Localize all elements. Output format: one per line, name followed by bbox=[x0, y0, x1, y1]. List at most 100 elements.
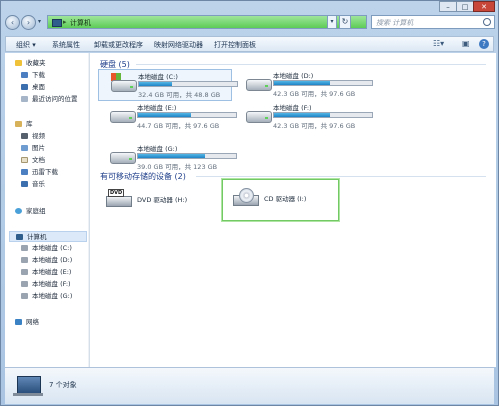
nav-videos[interactable]: 视频 bbox=[21, 131, 45, 142]
drive-f-usage-bar bbox=[273, 112, 373, 118]
drive-f-usage-fill bbox=[274, 113, 330, 117]
nav-computer[interactable]: 计算机 bbox=[9, 231, 87, 242]
nav-libraries[interactable]: 库 bbox=[15, 119, 33, 130]
nav-drive-e-label: 本地磁盘 (E:) bbox=[32, 268, 72, 276]
address-field[interactable]: ▸ 计算机 bbox=[47, 15, 367, 29]
nav-drive-g[interactable]: 本地磁盘 (G:) bbox=[21, 291, 72, 302]
drive-d-usage-fill bbox=[274, 81, 330, 85]
drive-c-info: 32.4 GB 可用，共 48.8 GB bbox=[138, 91, 221, 99]
dvd-badge: DVD bbox=[108, 189, 125, 197]
recent-places-icon bbox=[21, 96, 28, 102]
recent-pages-dropdown[interactable]: ▾ bbox=[38, 18, 41, 25]
drive-g-usage-bar bbox=[137, 153, 237, 159]
search-input[interactable]: 搜索 计算机 bbox=[371, 15, 495, 29]
nav-recent[interactable]: 最近访问的位置 bbox=[21, 94, 78, 105]
computer-icon bbox=[16, 234, 23, 240]
nav-drive-f[interactable]: 本地磁盘 (F:) bbox=[21, 279, 71, 290]
library-icon bbox=[15, 121, 22, 127]
nav-drive-c[interactable]: 本地磁盘 (C:) bbox=[21, 243, 72, 254]
nav-music[interactable]: 音乐 bbox=[21, 179, 45, 190]
refresh-button[interactable]: ↻ bbox=[339, 15, 351, 29]
nav-favorites[interactable]: 收藏夹 bbox=[15, 58, 46, 69]
network-icon bbox=[15, 319, 22, 325]
item-count: 7 个对象 bbox=[49, 381, 77, 389]
uninstall-program-button[interactable]: 卸载或更改程序 bbox=[94, 40, 143, 50]
drive-e-usage-fill bbox=[138, 113, 191, 117]
nav-libraries-label: 库 bbox=[26, 120, 33, 128]
nav-recent-label: 最近访问的位置 bbox=[32, 95, 78, 103]
nav-drive-e[interactable]: 本地磁盘 (E:) bbox=[21, 267, 71, 278]
search-icon[interactable] bbox=[483, 18, 491, 26]
window-maximize-button[interactable]: □ bbox=[456, 1, 474, 12]
nav-network[interactable]: 网络 bbox=[15, 317, 39, 328]
hard-drive-icon bbox=[21, 269, 28, 275]
nav-drive-d[interactable]: 本地磁盘 (D:) bbox=[21, 255, 72, 266]
nav-documents-label: 文档 bbox=[32, 156, 45, 164]
dvd-drive-name: DVD 驱动器 (H:) bbox=[137, 196, 188, 204]
desktop-icon bbox=[21, 84, 28, 90]
cd-drive-icon bbox=[233, 188, 259, 206]
hard-drive-icon bbox=[110, 152, 136, 164]
command-bar: 组织 ▾ 系统属性 卸载或更改程序 映射网络驱动器 打开控制面板 ☷▾ ▣ ? bbox=[5, 36, 494, 52]
nav-pictures[interactable]: 图片 bbox=[21, 143, 45, 154]
drive-e-tile[interactable]: 本地磁盘 (E:) 44.7 GB 可用，共 97.6 GB bbox=[98, 101, 237, 133]
organize-menu[interactable]: 组织 ▾ bbox=[16, 40, 36, 50]
picture-icon bbox=[21, 145, 28, 151]
nav-drive-f-label: 本地磁盘 (F:) bbox=[32, 280, 71, 288]
window-minimize-button[interactable]: – bbox=[439, 1, 457, 12]
nav-computer-label: 计算机 bbox=[27, 233, 47, 241]
drive-g-usage-fill bbox=[138, 154, 205, 158]
drive-f-tile[interactable]: 本地磁盘 (F:) 42.3 GB 可用，共 97.6 GB bbox=[234, 101, 373, 133]
map-network-drive-button[interactable]: 映射网络驱动器 bbox=[154, 40, 203, 50]
hard-drive-icon bbox=[21, 245, 28, 251]
help-icon[interactable]: ? bbox=[479, 39, 489, 49]
nav-drive-c-label: 本地磁盘 (C:) bbox=[32, 244, 72, 252]
hard-drive-icon bbox=[246, 111, 272, 123]
star-icon bbox=[15, 60, 22, 66]
forward-button[interactable]: › bbox=[21, 15, 36, 30]
drive-e-name: 本地磁盘 (E:) bbox=[137, 104, 177, 112]
details-pane: 7 个对象 bbox=[5, 367, 494, 404]
nav-videos-label: 视频 bbox=[32, 132, 45, 140]
breadcrumb-computer[interactable]: 计算机 bbox=[70, 18, 91, 28]
removable-group-divider bbox=[196, 176, 486, 177]
drive-d-tile[interactable]: 本地磁盘 (D:) 42.3 GB 可用，共 97.6 GB bbox=[234, 69, 373, 101]
control-panel-button[interactable]: 打开控制面板 bbox=[214, 40, 256, 50]
nav-music-label: 音乐 bbox=[32, 180, 45, 188]
window-close-button[interactable]: ✕ bbox=[473, 1, 495, 12]
nav-thunder-label: 迅雷下载 bbox=[32, 168, 58, 176]
nav-homegroup[interactable]: 家庭组 bbox=[15, 206, 46, 217]
navigation-pane: 收藏夹 下载 桌面 最近访问的位置 库 视频 图片 文档 迅雷下载 音乐 家庭组… bbox=[5, 53, 90, 367]
view-options-icon[interactable]: ☷▾ bbox=[433, 39, 444, 48]
hard-drive-icon bbox=[21, 257, 28, 263]
drive-f-name: 本地磁盘 (F:) bbox=[273, 104, 312, 112]
drive-c-tile[interactable]: 本地磁盘 (C:) 32.4 GB 可用，共 48.8 GB bbox=[98, 69, 238, 101]
thunder-download-icon bbox=[21, 169, 28, 175]
nav-downloads[interactable]: 下载 bbox=[21, 70, 45, 81]
address-dropdown-button[interactable]: ▾ bbox=[327, 15, 337, 29]
hard-drive-icon bbox=[246, 79, 272, 91]
back-button[interactable]: ‹ bbox=[5, 15, 20, 30]
nav-documents[interactable]: 文档 bbox=[21, 155, 45, 166]
hdd-group-divider bbox=[136, 64, 486, 65]
address-bar-area: ‹ › ▾ ▸ 计算机 ▾ ↻ 搜索 计算机 bbox=[5, 14, 495, 32]
preview-pane-icon[interactable]: ▣ bbox=[462, 39, 470, 48]
hard-drive-icon bbox=[111, 80, 137, 92]
nav-homegroup-label: 家庭组 bbox=[26, 207, 46, 215]
nav-downloads-label: 下载 bbox=[32, 71, 45, 79]
drive-g-name: 本地磁盘 (G:) bbox=[137, 145, 178, 153]
nav-desktop[interactable]: 桌面 bbox=[21, 82, 45, 93]
search-placeholder: 搜索 计算机 bbox=[376, 19, 414, 27]
system-properties-button[interactable]: 系统属性 bbox=[52, 40, 80, 50]
dvd-drive-tile[interactable]: DVD DVD 驱动器 (H:) bbox=[96, 181, 211, 221]
hard-drive-icon bbox=[110, 111, 136, 123]
nav-pictures-label: 图片 bbox=[32, 144, 45, 152]
breadcrumb-separator[interactable]: ▸ bbox=[63, 18, 67, 26]
nav-drive-d-label: 本地磁盘 (D:) bbox=[32, 256, 73, 264]
drive-g-tile[interactable]: 本地磁盘 (G:) 39.0 GB 可用，共 123 GB bbox=[98, 142, 237, 174]
nav-thunder[interactable]: 迅雷下载 bbox=[21, 167, 58, 178]
explorer-window: – □ ✕ ‹ › ▾ ▸ 计算机 ▾ ↻ 搜索 计算机 组织 ▾ 系统属性 卸… bbox=[0, 0, 499, 406]
cd-drive-tile[interactable]: CD 驱动器 (I:) bbox=[222, 179, 339, 221]
computer-large-icon bbox=[17, 376, 41, 394]
hard-drive-icon bbox=[21, 281, 28, 287]
